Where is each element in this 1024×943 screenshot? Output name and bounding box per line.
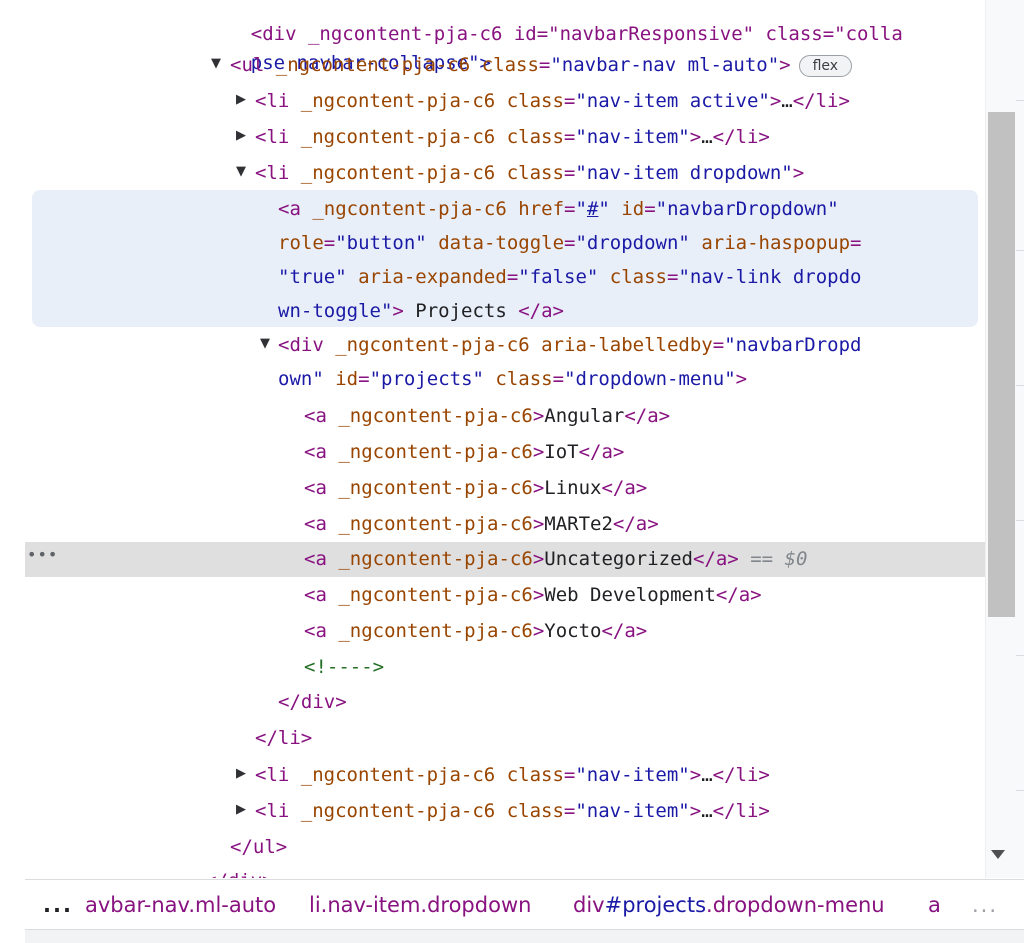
tree-row-dropdown-item-selected[interactable]: <a _ngcontent-pja-c6>Uncategorized</a> =… [25,542,985,577]
tree-row-li[interactable]: <li _ngcontent-pja-c6 class="nav-item">…… [255,794,985,828]
expand-triangle-down-icon[interactable]: ▼ [260,327,270,361]
gutter-mark [1016,100,1024,101]
breadcrumb-item-div[interactable]: div#projects.dropdown-menu [573,880,885,930]
gutter-mark [1016,385,1024,386]
vertical-scrollbar[interactable] [985,0,1024,878]
breadcrumb-item-a[interactable]: a [928,880,941,930]
breadcrumb-item-ul[interactable]: avbar-nav.ml-auto [85,880,276,930]
tree-row-cut-bottom[interactable]: </div> [205,864,985,878]
breadcrumb-scroll-right-button[interactable]: ... [972,880,998,930]
flex-badge[interactable]: flex [798,55,853,77]
bottom-panel-strip [25,929,1024,943]
tree-row-anchor-line1[interactable]: <a _ngcontent-pja-c6 href="#" id="navbar… [278,192,985,226]
tree-row-dropdown-item[interactable]: <a _ngcontent-pja-c6>Yocto</a> [304,614,985,648]
selected-element-marker: == $0 [750,548,808,570]
expand-triangle-right-icon[interactable]: ▶ [236,757,246,791]
tree-row-div-close[interactable]: </div> [278,685,985,719]
href-link[interactable]: # [587,198,598,220]
tree-row-ul-close[interactable]: </ul> [230,830,985,864]
tree-row-anchor-line2[interactable]: role="button" data-toggle="dropdown" ari… [278,226,985,260]
tree-row-li-active[interactable]: <li _ngcontent-pja-c6 class="nav-item ac… [255,84,985,118]
tree-row-dropdown-item[interactable]: <a _ngcontent-pja-c6>Linux</a> [304,471,985,505]
gutter-mark [1016,250,1024,251]
expand-triangle-right-icon[interactable]: ▶ [236,119,246,153]
gutter-mark [1016,655,1024,656]
scrollbar-thumb[interactable] [988,112,1015,617]
tree-row-div-line1[interactable]: <div _ngcontent-pja-c6 aria-labelledby="… [278,328,985,362]
tree-row-anchor-line3[interactable]: "true" aria-expanded="false" class="nav-… [278,260,985,294]
breadcrumb: ... avbar-nav.ml-auto li.nav-item.dropdo… [25,879,1024,930]
tree-row-div-line2[interactable]: own" id="projects" class="dropdown-menu"… [278,362,985,396]
breadcrumb-scroll-left-button[interactable]: ... [43,880,73,930]
tree-row-anchor-line4[interactable]: wn-toggle"> Projects </a> [278,294,985,328]
gutter-mark [1016,790,1024,791]
tree-row-li-dropdown[interactable]: <li _ngcontent-pja-c6 class="nav-item dr… [255,156,985,190]
expand-triangle-right-icon[interactable]: ▶ [236,793,246,827]
tree-row-dropdown-item[interactable]: <a _ngcontent-pja-c6>IoT</a> [304,435,985,469]
expand-triangle-right-icon[interactable]: ▶ [236,83,246,117]
tree-row-dropdown-item[interactable]: <a _ngcontent-pja-c6>Angular</a> [304,399,985,433]
scroll-down-arrow-icon[interactable] [991,850,1005,859]
expand-triangle-down-icon[interactable]: ▼ [211,47,221,81]
breadcrumb-item-li[interactable]: li.nav-item.dropdown [309,880,531,930]
tree-row-li[interactable]: <li _ngcontent-pja-c6 class="nav-item">…… [255,758,985,792]
gutter-mark [1016,520,1024,521]
tree-row-comment[interactable]: <!----> [304,650,985,684]
tree-row-li[interactable]: <li _ngcontent-pja-c6 class="nav-item">…… [255,120,985,154]
tree-row-li-close[interactable]: </li> [255,721,985,755]
elements-tree[interactable]: <div _ngcontent-pja-c6 id="navbarRespons… [25,0,985,878]
tree-row-ul[interactable]: <ul _ngcontent-pja-c6 class="navbar-nav … [230,48,985,82]
row-more-options-icon[interactable]: ••• [27,545,58,564]
expand-triangle-down-icon[interactable]: ▼ [236,155,246,189]
tree-row-dropdown-item[interactable]: <a _ngcontent-pja-c6>Web Development</a> [304,578,985,612]
tree-row-dropdown-item[interactable]: <a _ngcontent-pja-c6>MARTe2</a> [304,507,985,541]
